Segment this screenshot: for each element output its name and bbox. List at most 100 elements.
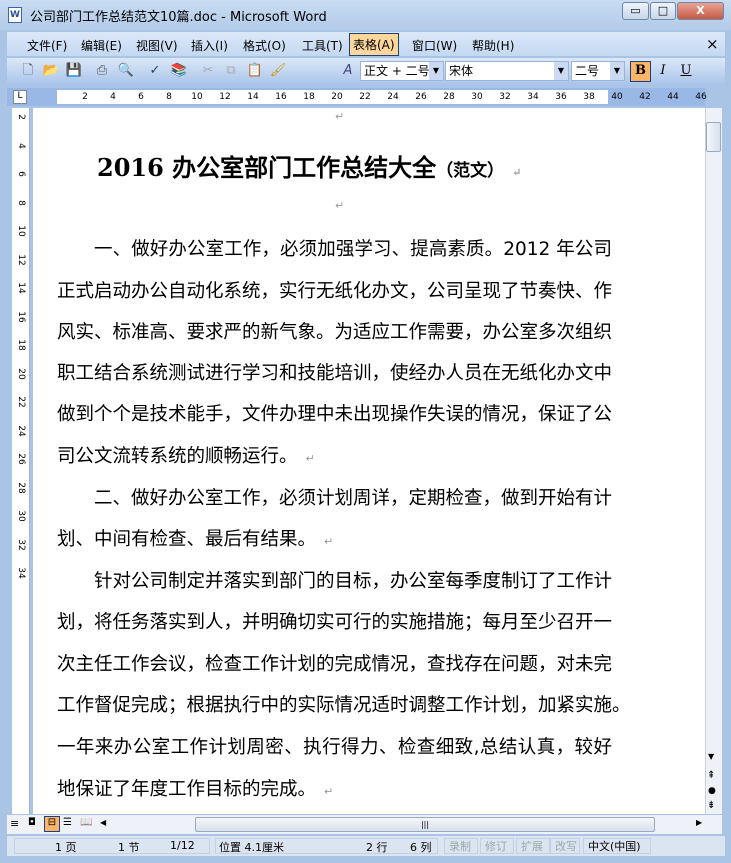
new-icon[interactable]: 🗋 — [19, 62, 37, 80]
font-size-select[interactable]: 二号 ▼ — [571, 61, 625, 81]
ruler-number: 34 — [527, 92, 539, 102]
title-sub: （范文） — [436, 161, 505, 181]
ruler-number: 16 — [275, 92, 287, 102]
status-overtype[interactable]: 改写 — [550, 838, 580, 854]
font-select[interactable]: 宋体 ▼ — [445, 61, 569, 81]
ruler-number: 36 — [555, 92, 567, 102]
print-icon[interactable]: ⎙ — [93, 62, 111, 80]
copy-icon[interactable]: ⧉ — [222, 62, 240, 80]
ruler-number: 44 — [667, 92, 679, 102]
menu-file[interactable]: 文件(F) — [24, 36, 70, 55]
paragraph-mark: ↵ — [335, 199, 345, 212]
ruler-number: 26 — [415, 92, 427, 102]
window-title: 公司部门工作总结范文10篇.doc - Microsoft Word — [30, 10, 327, 25]
menu-help[interactable]: 帮助(H) — [469, 36, 517, 55]
vertical-scroll-thumb[interactable] — [706, 122, 721, 152]
line-text: 针对公司制定并落实到部门的目标，办公室每季度制订了工作计 — [94, 571, 613, 592]
minimize-button[interactable]: ▭ — [622, 2, 649, 20]
ruler-number: 30 — [471, 92, 483, 102]
paragraph-mark: ↵ — [512, 166, 522, 179]
ruler-number: 18 — [16, 339, 26, 351]
next-page-icon[interactable]: ⇟ — [707, 800, 715, 811]
ruler-number: 34 — [16, 567, 26, 579]
ruler-number: 24 — [16, 424, 26, 437]
status-record[interactable]: 录制 — [444, 838, 478, 854]
status-track-changes[interactable]: 修订 — [480, 838, 514, 854]
ruler-number: 30 — [16, 510, 26, 522]
paragraph-line: 地保证了年度工作目标的完成。 ↵ — [57, 775, 612, 801]
paragraph-line: 司公文流转系统的顺畅运行。 ↵ — [57, 442, 612, 468]
outline-view-icon[interactable]: ☰ — [63, 817, 72, 828]
ruler-number: 24 — [387, 92, 399, 102]
paste-icon[interactable]: 📋 — [246, 62, 264, 80]
status-extend[interactable]: 扩展 — [516, 838, 550, 854]
menu-view[interactable]: 视图(V) — [133, 36, 181, 55]
ruler-number: 12 — [16, 253, 26, 266]
menu-insert[interactable]: 插入(I) — [188, 36, 231, 55]
line-text: 划、中间有检查、最后有结果。 — [57, 529, 317, 550]
horizontal-scroll-thumb[interactable]: ||| — [195, 817, 655, 832]
print-layout-icon[interactable]: ⊟ — [44, 816, 60, 832]
title-main: 2016 办公室部门工作总结大全 — [97, 153, 437, 182]
paragraph-line: 划，将任务落实到人，并明确切实可行的实施措施；每月至少召开一 — [57, 608, 612, 634]
open-icon[interactable]: 📂 — [42, 62, 60, 80]
status-position: 位置 4.1厘米 — [219, 841, 284, 854]
style-select[interactable]: 正文 + 二号 ▼ — [360, 61, 444, 81]
line-text: 做到个个是技术能手，文件办理中未出现操作失误的情况，保证了公 — [57, 404, 613, 425]
vertical-scrollbar[interactable] — [705, 108, 722, 814]
menu-tools[interactable]: 工具(T) — [299, 36, 346, 55]
paragraph-mark: ↵ — [335, 110, 345, 123]
ruler-number: 16 — [16, 310, 26, 323]
paragraph-mark: ↵ — [305, 452, 315, 465]
web-view-icon[interactable]: ◘ — [28, 817, 36, 828]
reading-view-icon[interactable]: 📖 — [80, 817, 92, 828]
menu-table[interactable]: 表格(A) — [349, 33, 399, 56]
paragraph-mark: ↵ — [324, 785, 334, 798]
ruler-number: 14 — [247, 92, 259, 102]
paragraph-line: 划、中间有检查、最后有结果。 ↵ — [57, 525, 612, 551]
underline-button[interactable]: U — [677, 62, 695, 80]
style-value: 正文 + 二号 — [364, 64, 430, 78]
line-text: 二、做好办公室工作，必须计划周详，定期检查，做到开始有计 — [94, 488, 613, 509]
maximize-button[interactable]: □ — [650, 2, 676, 20]
ruler-number: 32 — [16, 538, 26, 551]
ruler-number: 20 — [331, 92, 343, 102]
status-page: 1 页 — [55, 841, 77, 854]
line-text: 司公文流转系统的顺畅运行。 — [57, 446, 298, 467]
ruler-number: 6 — [16, 171, 26, 177]
line-text: 正式启动办公自动化系统，实行无纸化办文，公司呈现了节奏快、作 — [57, 281, 613, 302]
format-painter-icon[interactable]: 🖌 — [269, 62, 287, 80]
ruler-number: 12 — [219, 92, 231, 102]
paragraph-line: 工作督促完成；根据执行中的实际情况适时调整工作计划，加紧实施。 — [57, 691, 631, 717]
italic-button[interactable]: I — [654, 62, 672, 80]
spelling-icon[interactable]: ✓ — [146, 62, 164, 80]
paragraph-line: 一、做好办公室工作，必须加强学习、提高素质。2012 年公司 — [94, 235, 612, 261]
close-button[interactable]: X — [677, 2, 724, 20]
previous-page-icon[interactable]: ⇞ — [707, 770, 715, 781]
tab-selector[interactable]: L — [13, 90, 27, 104]
line-text: 地保证了年度工作目标的完成。 — [57, 779, 317, 800]
scroll-right-icon[interactable]: ▶ — [696, 818, 702, 827]
ruler-number: 22 — [359, 92, 371, 102]
print-preview-icon[interactable]: 🔍 — [117, 62, 135, 80]
ruler-number: 8 — [166, 92, 172, 102]
save-icon[interactable]: 💾 — [65, 62, 83, 80]
status-column: 6 列 — [410, 841, 432, 854]
cut-icon[interactable]: ✂ — [199, 62, 217, 80]
ruler-number: 22 — [16, 396, 26, 408]
close-document-button[interactable]: × — [703, 34, 722, 54]
menu-format[interactable]: 格式(O) — [240, 36, 289, 55]
bold-button[interactable]: B — [630, 61, 651, 82]
browse-object-icon[interactable]: ● — [708, 786, 716, 796]
status-language[interactable]: 中文(中国) — [583, 838, 651, 854]
paragraph-line: 职工结合系统测试进行学习和技能培训，使经办人员在无纸化办文中 — [57, 359, 612, 385]
scroll-left-icon[interactable]: ◀ — [100, 818, 106, 827]
research-icon[interactable]: 📚 — [170, 62, 188, 80]
menu-window[interactable]: 窗口(W) — [409, 36, 460, 55]
ruler-number: 40 — [611, 92, 623, 102]
scroll-down-icon[interactable]: ▼ — [708, 752, 714, 761]
status-pages: 1/12 — [170, 839, 195, 852]
menu-edit[interactable]: 编辑(E) — [78, 36, 125, 55]
normal-view-icon[interactable]: ≡ — [10, 817, 19, 830]
styles-icon[interactable]: A — [339, 62, 357, 80]
